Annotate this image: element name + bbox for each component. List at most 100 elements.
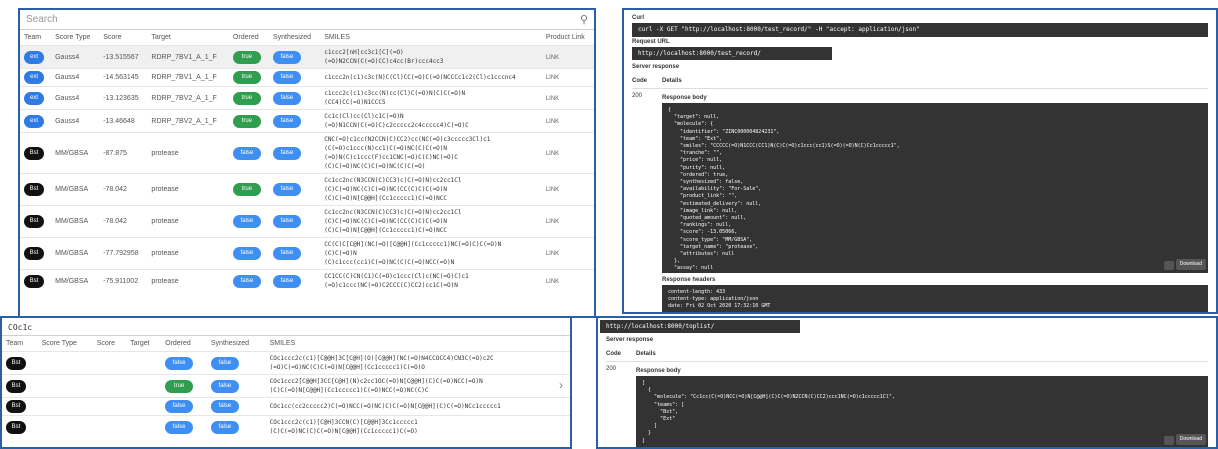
filter-input[interactable]: COc1c	[2, 318, 570, 336]
synthesized-toggle[interactable]: false	[272, 114, 301, 128]
ordered-toggle[interactable]: false	[232, 247, 261, 260]
team-cell: Bst	[20, 132, 52, 174]
search-icon[interactable]: ⚲	[580, 13, 588, 26]
ordered-toggle[interactable]: true	[232, 114, 261, 128]
smiles-cell: c1ccc2c(c1)c3cc(N)cc(Cl)C(=O)N(C)C(=O)N …	[320, 86, 542, 110]
product-link[interactable]: LINK	[546, 75, 559, 81]
curl-text: curl -X GET "http://localhost:8000/test_…	[638, 26, 920, 33]
synthesized-cell: false	[206, 374, 266, 398]
ordered-toggle[interactable]: true	[232, 71, 261, 84]
table-row[interactable]: ext Gauss4 -13.123635 RDRP_7BV2_A_1_F true fa…	[20, 86, 594, 110]
ordered-toggle[interactable]: false	[165, 356, 194, 370]
table-row[interactable]: ext Gauss4 -14.563145 RDRP_7BV1_A_1_F true fa…	[20, 68, 594, 87]
ordered-toggle[interactable]: true	[232, 91, 261, 105]
code-line: "tranche": "",	[668, 150, 723, 157]
synthesized-toggle[interactable]: false	[272, 247, 301, 260]
ordered-toggle[interactable]: false	[232, 215, 261, 228]
product-link[interactable]: LINK	[546, 119, 559, 125]
copy-icon[interactable]	[1164, 261, 1174, 270]
product-link[interactable]: LINK	[546, 187, 559, 193]
table-row[interactable]: ext Gauss4 -13.46648 RDRP_7BV2_A_1_F true fal…	[20, 109, 594, 133]
column-header[interactable]: Score Type	[51, 30, 99, 46]
table-row[interactable]: ext Gauss4 -13.515567 RDRP_7BV1_A_1_F true fa…	[20, 45, 594, 69]
column-header[interactable]: Synthesized	[269, 30, 320, 46]
code-line: "smiles": "CCCCC(=O)N1CCC(CC1)N(C)C(=O)c…	[668, 143, 900, 150]
copy-icon[interactable]	[1164, 436, 1174, 445]
column-header[interactable]: Score	[99, 30, 147, 46]
smiles-cell: CC(C)C[C@H](NC(=O)[C@@H](Cc1ccccc1)NC(=O…	[320, 237, 542, 270]
code-line: "synthesized": false,	[668, 179, 744, 186]
details-header: Details	[662, 78, 682, 84]
code-line: [	[642, 380, 646, 386]
search-bar[interactable]: Search ⚲	[20, 10, 594, 30]
ordered-toggle[interactable]: false	[165, 400, 194, 413]
column-header[interactable]: Score	[93, 336, 126, 352]
ordered-toggle[interactable]: false	[165, 420, 194, 434]
ordered-cell: false	[228, 269, 269, 292]
team-badge: ext	[24, 91, 44, 105]
search-input[interactable]: Search	[26, 14, 58, 25]
table-row[interactable]: Bst MM/GBSA -78.042 protease true false Cc1cc2…	[20, 173, 594, 206]
synthesized-toggle[interactable]: false	[272, 274, 301, 288]
response-headers-code: content-length: 433 content-type: applica…	[662, 285, 1208, 312]
product-link[interactable]: LINK	[546, 55, 559, 61]
product-link[interactable]: LINK	[546, 151, 559, 157]
ordered-toggle[interactable]: false	[232, 146, 261, 160]
score-type-cell: Gauss4	[51, 68, 100, 87]
synthesized-toggle[interactable]: false	[272, 183, 301, 196]
table-row[interactable]: Bst MM/GBSA -75.911002 protease false false CC…	[20, 269, 594, 292]
synthesized-toggle[interactable]: false	[272, 71, 301, 84]
table-row[interactable]: Bst false false COc1ccc2c(c1)[C@H]3CCN(C)[C…	[2, 415, 570, 438]
smiles-cell: COc1ccc2c(c1)[C@@H]3C[C@H](O)[C@@H](NC(=…	[265, 351, 570, 375]
product-link[interactable]: LINK	[546, 251, 559, 257]
ordered-cell: false	[228, 205, 269, 238]
column-header[interactable]: Score Type	[38, 336, 93, 352]
table-row[interactable]: Bst true false COc1ccc2[C@@H]3CC[C@H](N)c2c…	[2, 374, 570, 398]
column-header[interactable]: Product Link	[542, 30, 594, 46]
score-cell: -77.792958	[99, 237, 148, 270]
column-header[interactable]: Synthesized	[207, 336, 266, 352]
synthesized-toggle[interactable]: false	[272, 215, 301, 228]
column-header[interactable]: Ordered	[229, 30, 269, 46]
results-table-panel: Search ⚲ Team Score Type Score Target Ordere…	[18, 8, 596, 318]
column-header[interactable]: Ordered	[161, 336, 207, 352]
ordered-toggle[interactable]: false	[232, 274, 261, 288]
table-row[interactable]: Bst MM/GBSA -87.875 protease false false CNC(=…	[20, 132, 594, 174]
table-row[interactable]: Bst false false COc1cc(cc2ccccc2)C(=O)NCC(=…	[2, 397, 570, 416]
column-header[interactable]: Target	[147, 30, 229, 46]
ordered-toggle[interactable]: true	[232, 50, 261, 64]
ordered-toggle[interactable]: true	[232, 183, 261, 196]
product-link-cell: LINK	[541, 132, 594, 174]
team-badge: Bst	[24, 183, 44, 196]
download-button[interactable]: Download	[1175, 433, 1206, 445]
synthesized-toggle[interactable]: false	[210, 400, 239, 413]
synthesized-toggle[interactable]: false	[272, 91, 301, 105]
synthesized-toggle[interactable]: false	[210, 420, 239, 434]
product-link[interactable]: LINK	[546, 279, 559, 285]
product-link[interactable]: LINK	[546, 96, 559, 102]
column-header[interactable]: SMILES	[266, 336, 570, 352]
synthesized-toggle[interactable]: false	[210, 379, 239, 393]
column-header[interactable]: Target	[126, 336, 161, 352]
synthesized-toggle[interactable]: false	[272, 50, 301, 64]
table-row[interactable]: Bst MM/GBSA -77.792958 protease false false CC…	[20, 237, 594, 270]
response-columns-header: Code Details	[632, 72, 1208, 89]
next-page-arrow-icon[interactable]: ›	[552, 373, 570, 397]
download-button[interactable]: Download	[1175, 258, 1206, 270]
score-cell	[92, 415, 127, 438]
table-row[interactable]: Bst false false COc1ccc2c(c1)[C@@H]3C[C@H](…	[2, 351, 570, 375]
product-link[interactable]: LINK	[546, 219, 559, 225]
score-type-cell: Gauss4	[51, 45, 100, 69]
code-line: "rankings": null,	[668, 222, 732, 229]
synthesized-toggle[interactable]: false	[272, 146, 301, 160]
smiles-cell: COc1cc(cc2ccccc2)C(=O)NCC(=O)NC(C)C(=O)N…	[265, 397, 570, 416]
column-header[interactable]: Team	[20, 30, 51, 46]
response-columns-header: Code Details	[606, 345, 1208, 362]
table-row[interactable]: Bst MM/GBSA -78.042 protease false false Cc1cc…	[20, 205, 594, 238]
column-header[interactable]: SMILES	[320, 30, 542, 46]
synthesized-toggle[interactable]: false	[210, 356, 239, 370]
target-cell: RDRP_7BV2_A_1_F	[147, 109, 229, 133]
column-header[interactable]: Team	[2, 336, 38, 352]
code-line: {	[668, 107, 672, 113]
ordered-toggle[interactable]: true	[165, 379, 194, 393]
